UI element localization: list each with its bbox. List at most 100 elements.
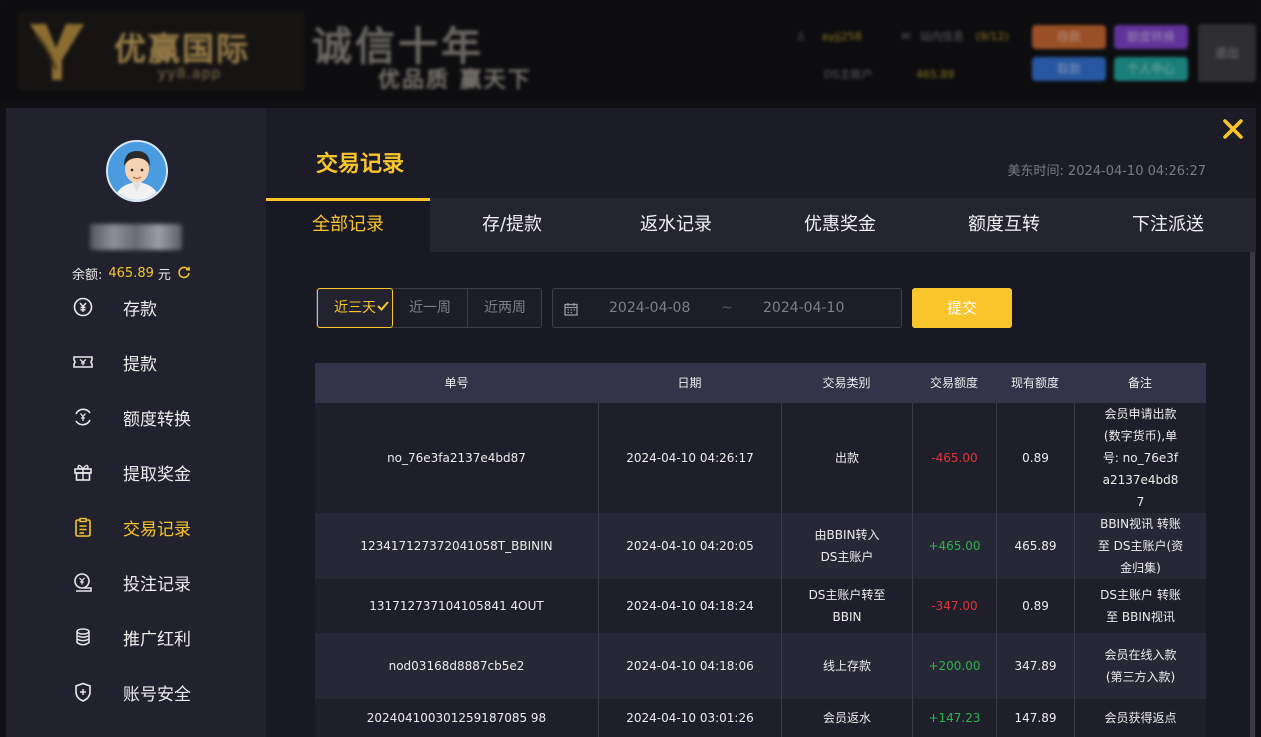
column-header-note: 备注 xyxy=(1127,376,1152,390)
tab-rebate[interactable]: 返水记录 xyxy=(594,198,758,252)
balance-label: 余额: xyxy=(72,267,103,283)
column-header-amount: 交易额度 xyxy=(929,376,978,390)
date-from[interactable]: 2024-04-08 xyxy=(609,289,690,327)
cell-type: 出款 xyxy=(781,403,912,513)
cell-balance: 465.89 xyxy=(996,513,1074,579)
submit-button[interactable]: 提交 xyxy=(912,288,1012,328)
logo-name: 优赢国际 xyxy=(114,30,251,68)
server-time: 美东时间: 2024-04-10 04:26:27 xyxy=(1008,160,1206,179)
coins-icon xyxy=(72,626,94,648)
inbox-label: 站内信息 xyxy=(919,30,964,43)
background-header: 优赢国际 yy8.app 诚信十年 优品质 赢天下 ♙ ayjj258 ✉ 站内… xyxy=(0,0,1261,102)
header-user-info: ♙ ayjj258 ✉ 站内信息 (9/12) xyxy=(796,28,1009,44)
sidebar-item-transfer[interactable]: 额度转换 xyxy=(6,397,266,437)
cell-balance: 0.89 xyxy=(996,579,1074,633)
page-scrollbar[interactable] xyxy=(1250,252,1255,737)
sidebar-item-withdraw[interactable]: 提款 xyxy=(6,342,266,382)
main-panel: 交易记录 美东时间: 2024-04-10 04:26:27 全部记录 存/提款 … xyxy=(266,108,1256,737)
range-3-days[interactable]: 近三天 xyxy=(317,288,393,328)
column-header-date: 日期 xyxy=(677,376,702,390)
date-to[interactable]: 2024-04-10 xyxy=(763,289,844,327)
record-tabs: 全部记录 存/提款 返水记录 优惠奖金 额度互转 下注派送 xyxy=(266,198,1256,252)
sidebar-item-label: 推广红利 xyxy=(123,629,191,650)
gift-icon xyxy=(72,461,94,483)
sidebar-item-label: 额度转换 xyxy=(123,409,191,430)
server-time-label: 美东时间: xyxy=(1007,164,1064,179)
sidebar-balance: 余额: 465.89 元 xyxy=(72,264,191,283)
username-blurred xyxy=(90,224,182,250)
header-transfer-button[interactable]: 额度转换 xyxy=(1114,25,1188,49)
sidebar-item-label: 提取奖金 xyxy=(123,464,191,485)
ds-account-label: DS主账户 xyxy=(824,68,873,81)
table-row: 123417127372041058T_BBININ 2024-04-10 04… xyxy=(315,513,1206,579)
close-icon[interactable] xyxy=(1220,116,1246,142)
tab-all[interactable]: 全部记录 xyxy=(266,198,430,252)
tab-bonus[interactable]: 优惠奖金 xyxy=(758,198,922,252)
bet-icon xyxy=(72,571,94,593)
account-modal: 余额: 465.89 元 存款 提款 额度转换 提取奖金 交易记录 投注记录 推… xyxy=(6,108,1256,737)
header-profile-button[interactable]: 个人中心 xyxy=(1114,57,1188,81)
header-deposit-button[interactable]: 存款 xyxy=(1032,25,1106,49)
cell-amount: +465.00 xyxy=(912,513,996,579)
date-range-picker[interactable]: 2024-04-08 ~ 2024-04-10 xyxy=(552,288,902,328)
cell-date: 2024-04-10 04:18:06 xyxy=(598,633,781,699)
cell-type: 线上存款 xyxy=(781,633,912,699)
column-header-balance: 现有额度 xyxy=(1010,376,1059,390)
avatar xyxy=(106,140,168,202)
sidebar-item-bonus[interactable]: 提取奖金 xyxy=(6,452,266,492)
sidebar-item-records[interactable]: 交易记录 xyxy=(6,507,266,547)
mail-icon: ✉ xyxy=(901,30,911,43)
refresh-icon[interactable] xyxy=(177,266,191,280)
sidebar-item-deposit[interactable]: 存款 xyxy=(6,287,266,327)
user-icon: ♙ xyxy=(796,30,806,43)
cell-amount: +147.23 xyxy=(912,699,996,737)
logo-url: yy8.app xyxy=(158,66,222,82)
sidebar: 余额: 465.89 元 存款 提款 额度转换 提取奖金 交易记录 投注记录 推… xyxy=(6,108,266,737)
range-label: 近三天 xyxy=(334,300,376,316)
inbox-count: (9/12) xyxy=(975,30,1009,43)
tab-bet-rewards[interactable]: 下注派送 xyxy=(1086,198,1250,252)
cell-id: nod03168d8887cb5e2 xyxy=(388,659,525,673)
balance-value: 465.89 xyxy=(108,265,154,281)
cell-balance: 347.89 xyxy=(996,633,1074,699)
sidebar-item-security[interactable]: 账号安全 xyxy=(6,672,266,712)
cell-type: 由BBIN转入DS主账户 xyxy=(781,513,912,579)
transfer-icon xyxy=(72,406,94,428)
cell-amount: -347.00 xyxy=(912,579,996,633)
cell-date: 2024-04-10 04:18:24 xyxy=(598,579,781,633)
range-1-week[interactable]: 近一周 xyxy=(393,289,467,327)
cell-date: 2024-04-10 04:20:05 xyxy=(598,513,781,579)
table-row: nod03168d8887cb5e2 2024-04-10 04:18:06 线… xyxy=(315,633,1206,699)
server-time-value: 2024-04-10 04:26:27 xyxy=(1067,164,1206,179)
cell-note: 会员获得返点 xyxy=(1074,699,1206,737)
tab-deposit-withdraw[interactable]: 存/提款 xyxy=(430,198,594,252)
cell-id: 202404100301259187085 98 xyxy=(366,711,547,725)
table-row: 131712737104105841 4OUT 2024-04-10 04:18… xyxy=(315,579,1206,633)
column-header-id: 单号 xyxy=(444,376,469,390)
cell-id: no_76e3fa2137e4bd87 xyxy=(387,451,526,465)
calendar-icon xyxy=(564,301,578,316)
logo-mark-icon xyxy=(26,20,88,84)
cell-type: 会员返水 xyxy=(781,699,912,737)
cell-balance: 147.89 xyxy=(996,699,1074,737)
sidebar-item-bets[interactable]: 投注记录 xyxy=(6,562,266,602)
slogan-line2: 优品质 赢天下 xyxy=(378,67,532,93)
tab-transfer[interactable]: 额度互转 xyxy=(922,198,1086,252)
table-header: 单号 日期 交易类别 交易额度 现有额度 备注 xyxy=(315,363,1206,403)
sidebar-item-label: 存款 xyxy=(123,299,157,320)
header-username: ayjj258 xyxy=(821,30,862,43)
withdraw-icon xyxy=(72,351,94,373)
logout-button[interactable]: 退出 xyxy=(1198,24,1256,82)
site-logo: 优赢国际 yy8.app xyxy=(18,12,304,90)
cell-date: 2024-04-10 03:01:26 xyxy=(598,699,781,737)
cell-id: 123417127372041058T_BBININ xyxy=(360,539,553,553)
cell-note: 会员申请出款(数字货币),单号: no_76e3fa2137e4bd87 xyxy=(1074,403,1206,513)
sidebar-item-promo[interactable]: 推广红利 xyxy=(6,617,266,657)
cell-id: 131712737104105841 4OUT xyxy=(369,599,544,613)
sidebar-item-label: 投注记录 xyxy=(123,574,191,595)
header-withdraw-button[interactable]: 取款 xyxy=(1032,57,1106,81)
page-title: 交易记录 xyxy=(316,152,405,177)
cell-amount: -465.00 xyxy=(912,403,996,513)
cell-type: DS主账户转至BBIN xyxy=(781,579,912,633)
range-2-weeks[interactable]: 近两周 xyxy=(468,289,542,327)
